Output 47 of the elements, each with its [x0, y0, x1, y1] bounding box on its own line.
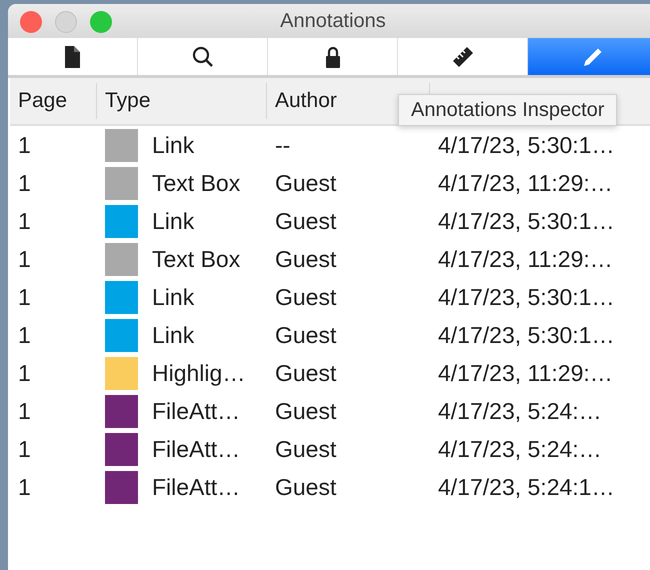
page-cell: 1 — [18, 360, 31, 386]
page-cell: 1 — [18, 208, 31, 234]
date-cell: 4/17/23, 5:24:… — [438, 398, 602, 424]
author-cell: Guest — [275, 208, 336, 234]
author-cell: -- — [275, 132, 290, 158]
page-cell: 1 — [18, 170, 31, 196]
type-cell-text: Text Box — [152, 244, 240, 274]
page-cell: 1 — [18, 284, 31, 310]
page-cell: 1 — [18, 322, 31, 348]
date-cell: 4/17/23, 5:24:… — [438, 436, 602, 462]
date-cell: 4/17/23, 5:24:1… — [438, 474, 614, 500]
author-cell: Guest — [275, 246, 336, 272]
column-header[interactable]: Author — [275, 85, 337, 117]
type-cell-text: Highlig… — [152, 358, 246, 388]
date-cell: 4/17/23, 11:29:… — [438, 246, 613, 272]
page-cell: 1 — [18, 246, 31, 272]
author-cell: Guest — [275, 170, 336, 196]
date-cell: 4/17/23, 11:29:… — [438, 170, 613, 196]
date-cell: 4/17/23, 11:29:… — [438, 360, 613, 386]
type-cell-text: FileAtt… — [152, 434, 240, 464]
page-cell: 1 — [18, 474, 31, 500]
type-cell-text: FileAtt… — [152, 472, 240, 502]
column-header[interactable]: Page — [18, 85, 68, 117]
type-cell-text: Link — [152, 282, 194, 312]
date-cell: 4/17/23, 5:30:1… — [438, 208, 614, 234]
page-cell: 1 — [18, 436, 31, 462]
type-cell-text: Link — [152, 206, 194, 236]
ruler-icon — [450, 44, 474, 68]
author-cell: Guest — [275, 474, 336, 500]
type-cell-text: Link — [152, 130, 194, 160]
page-cell: 1 — [18, 398, 31, 424]
date-cell: 4/17/23, 5:30:1… — [438, 322, 614, 348]
search-icon — [190, 44, 214, 68]
tooltip: Annotations Inspector — [398, 94, 618, 126]
author-cell: Guest — [275, 436, 336, 462]
author-cell: Guest — [275, 398, 336, 424]
author-cell: Guest — [275, 322, 336, 348]
date-cell: 4/17/23, 5:30:1… — [438, 284, 614, 310]
type-cell-text: Text Box — [152, 168, 240, 198]
date-cell: 4/17/23, 5:30:1… — [438, 132, 614, 158]
window-title: Annotations — [280, 9, 386, 34]
page-cell: 1 — [18, 132, 31, 158]
type-cell-text: FileAtt… — [152, 396, 240, 426]
author-cell: Guest — [275, 360, 336, 386]
author-cell: Guest — [275, 284, 336, 310]
type-cell-text: Link — [152, 320, 194, 350]
column-header[interactable]: Type — [105, 85, 151, 117]
